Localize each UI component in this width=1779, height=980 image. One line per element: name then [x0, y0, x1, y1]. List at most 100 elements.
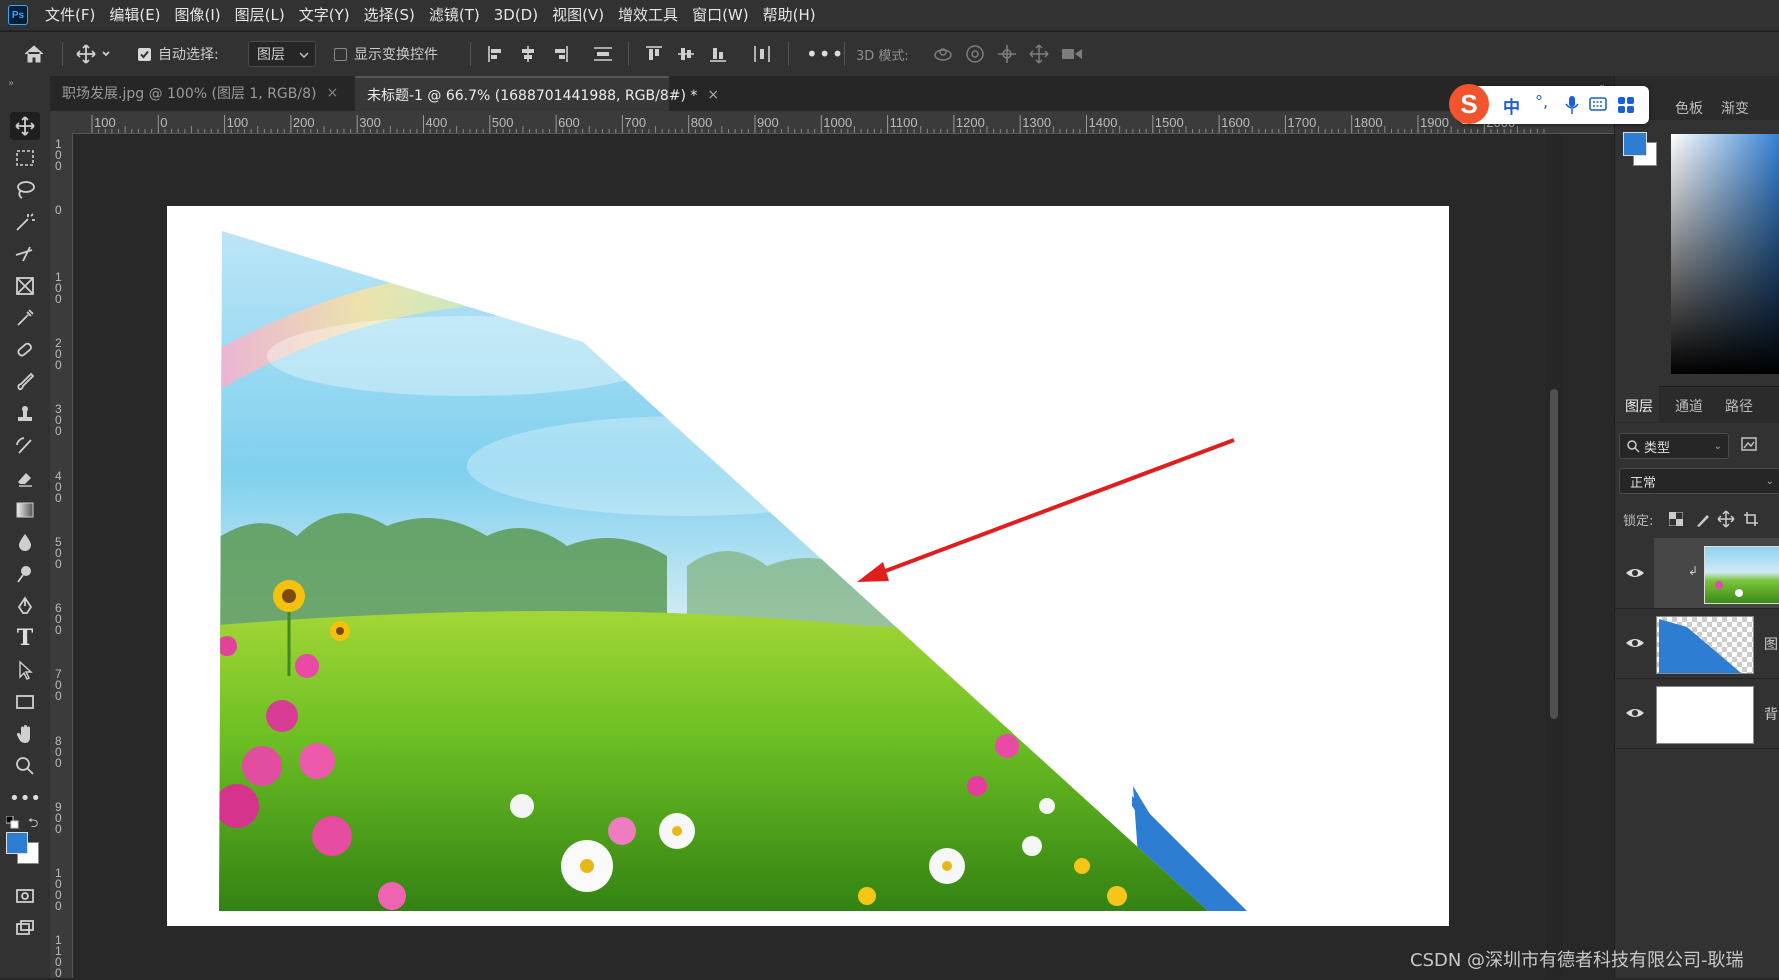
eye-icon[interactable] — [1624, 562, 1646, 584]
close-icon[interactable]: × — [326, 85, 338, 101]
menu-view[interactable]: 视图(V) — [545, 0, 611, 30]
tab-document-1[interactable]: 职场发展.jpg @ 100% (图层 1, RGB/8) × — [50, 76, 364, 110]
ime-toolbar[interactable]: S 中 °, — [1449, 84, 1649, 124]
keyboard-icon[interactable] — [1589, 97, 1607, 111]
layer-filter-value: 类型 — [1644, 440, 1671, 456]
panel-foreground-swatch[interactable] — [1623, 132, 1647, 156]
ime-mode-toggle[interactable]: 中 — [1503, 93, 1520, 118]
menu-select[interactable]: 选择(S) — [357, 0, 422, 30]
scale-3d-camera-icon[interactable] — [1060, 32, 1084, 76]
gradient-tool-icon[interactable] — [10, 496, 40, 524]
layer-row-shape[interactable]: 图 — [1614, 608, 1779, 679]
tab-channels[interactable]: 通道 — [1675, 396, 1703, 416]
menu-file[interactable]: 文件(F) — [38, 0, 102, 30]
tab-paths[interactable]: 路径 — [1725, 396, 1753, 416]
brush-tool-icon[interactable] — [10, 368, 40, 396]
ruler-tick-label: 800 — [55, 733, 62, 770]
lock-brush-icon[interactable] — [1695, 512, 1711, 532]
marquee-tool-icon[interactable] — [10, 144, 40, 172]
healing-brush-tool-icon[interactable] — [10, 336, 40, 364]
collapse-toolbar-icon[interactable]: » — [8, 78, 14, 89]
tab-swatches[interactable]: 色板 — [1675, 98, 1703, 118]
eye-icon[interactable] — [1624, 632, 1646, 654]
orbit-3d-icon[interactable] — [932, 32, 954, 76]
layer-row-background[interactable]: 背 — [1614, 678, 1779, 749]
toolbox-grid-icon[interactable] — [1617, 96, 1635, 114]
magic-wand-tool-icon[interactable] — [10, 208, 40, 236]
show-transform-checkbox[interactable] — [334, 47, 347, 61]
vertical-scrollbar[interactable] — [1546, 134, 1562, 978]
lock-transparent-icon[interactable] — [1668, 511, 1684, 530]
eye-icon[interactable] — [1624, 702, 1646, 724]
microphone-icon[interactable] — [1565, 95, 1579, 115]
eyedropper-tool-icon[interactable] — [10, 304, 40, 332]
hand-tool-icon[interactable] — [10, 720, 40, 748]
distribute-vertical-icon[interactable] — [592, 32, 614, 76]
swap-colors-icon[interactable]: ⮌ — [28, 814, 38, 836]
auto-select-target-dropdown[interactable]: 图层 — [248, 41, 316, 67]
align-horizontal-center-icon[interactable] — [518, 32, 538, 76]
menu-3d[interactable]: 3D(D) — [487, 0, 545, 30]
eraser-tool-icon[interactable] — [10, 464, 40, 492]
auto-select-label: 自动选择: — [158, 47, 219, 63]
slide-3d-icon[interactable] — [1028, 32, 1050, 76]
foreground-color-swatch[interactable] — [6, 832, 28, 854]
move-tool-preset-icon[interactable] — [74, 32, 114, 76]
layer-filter-dropdown[interactable]: 类型 ⌄ — [1619, 433, 1729, 459]
roll-3d-icon[interactable] — [964, 32, 986, 76]
drag-3d-icon[interactable] — [996, 32, 1018, 76]
filter-image-icon[interactable] — [1741, 437, 1757, 455]
watermark: CSDN @深圳市有德者科技有限公司-耿瑞 — [1410, 950, 1744, 971]
frame-tool-icon[interactable] — [10, 272, 40, 300]
menu-image[interactable]: 图像(I) — [168, 0, 228, 30]
screen-mode-icon[interactable] — [10, 914, 40, 942]
edit-toolbar-icon[interactable]: ••• — [9, 784, 41, 812]
type-tool-icon[interactable]: T — [10, 624, 40, 652]
ruler-tick-label: 0 — [160, 115, 167, 130]
align-right-icon[interactable] — [550, 32, 570, 76]
menu-edit[interactable]: 编辑(E) — [102, 0, 167, 30]
path-selection-tool-icon[interactable] — [10, 656, 40, 684]
pen-tool-icon[interactable] — [10, 592, 40, 620]
clone-stamp-tool-icon[interactable] — [10, 400, 40, 428]
blend-mode-dropdown[interactable]: 正常 ⌄ — [1619, 468, 1779, 494]
color-picker-field[interactable] — [1671, 134, 1779, 374]
align-top-icon[interactable] — [644, 32, 664, 76]
align-bottom-icon[interactable] — [708, 32, 728, 76]
tab-gradients[interactable]: 渐变 — [1721, 98, 1749, 118]
lasso-tool-icon[interactable] — [10, 176, 40, 204]
auto-select-checkbox[interactable] — [138, 47, 151, 61]
rectangle-tool-icon[interactable] — [10, 688, 40, 716]
blur-tool-icon[interactable] — [10, 528, 40, 556]
quick-mask-icon[interactable] — [10, 882, 40, 910]
dodge-tool-icon[interactable] — [10, 560, 40, 588]
crop-tool-icon[interactable] — [10, 240, 40, 268]
ruler-tick-label: 100 — [55, 137, 62, 173]
ruler-origin[interactable] — [50, 111, 72, 133]
ruler-tick-label: 1900 — [1420, 115, 1449, 130]
menu-plugins[interactable]: 增效工具 — [611, 0, 685, 30]
align-vertical-center-icon[interactable] — [676, 32, 696, 76]
home-icon[interactable] — [22, 32, 46, 76]
sogou-logo-icon[interactable]: S — [1449, 84, 1489, 124]
menu-window[interactable]: 窗口(W) — [685, 0, 756, 30]
menu-type[interactable]: 文字(Y) — [292, 0, 357, 30]
tab-document-2[interactable]: 未标题-1 @ 66.7% (1688701441988, RGB/8#) * … — [355, 76, 719, 112]
menu-filter[interactable]: 滤镜(T) — [422, 0, 487, 30]
align-left-icon[interactable] — [486, 32, 506, 76]
tab-layers[interactable]: 图层 — [1625, 396, 1653, 416]
menu-layer[interactable]: 图层(L) — [228, 0, 292, 30]
document-canvas[interactable] — [167, 206, 1449, 926]
zoom-tool-icon[interactable] — [10, 752, 40, 780]
ime-punctuation-toggle[interactable]: °, — [1535, 92, 1548, 111]
scrollbar-thumb[interactable] — [1550, 389, 1558, 719]
layer-row-image[interactable]: ↲ — [1614, 538, 1779, 609]
move-tool-icon[interactable] — [10, 112, 40, 140]
menu-help[interactable]: 帮助(H) — [756, 0, 823, 30]
lock-position-icon[interactable] — [1717, 510, 1735, 532]
more-options-icon[interactable]: ••• — [806, 32, 844, 76]
history-brush-tool-icon[interactable] — [10, 432, 40, 460]
close-icon[interactable]: × — [707, 87, 719, 103]
lock-artboard-icon[interactable] — [1743, 511, 1759, 531]
distribute-horizontal-icon[interactable] — [752, 32, 772, 76]
